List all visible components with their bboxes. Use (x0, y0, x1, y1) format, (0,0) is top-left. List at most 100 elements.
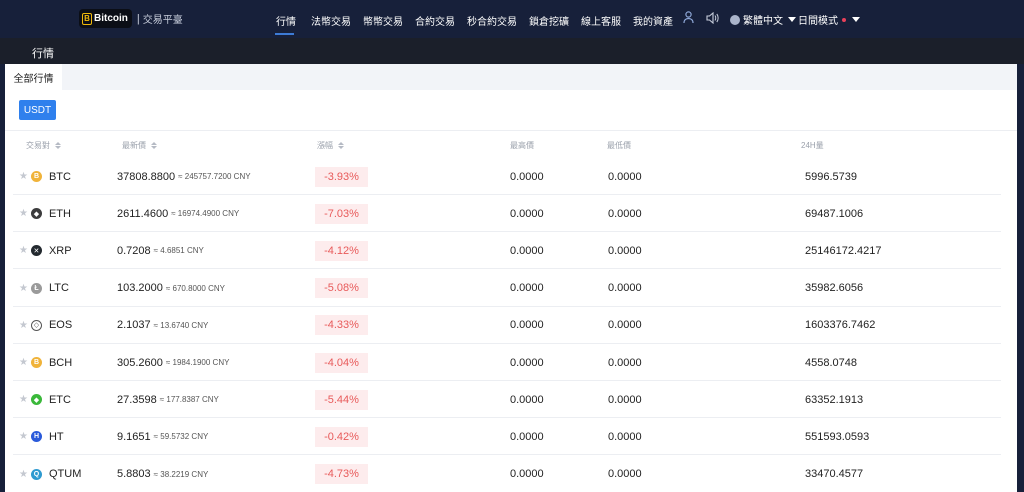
nav-online-support[interactable]: 線上客服 (581, 13, 621, 28)
star-icon[interactable]: ★ (19, 171, 28, 182)
logo-subtitle: 交易平臺 (142, 15, 183, 26)
high-price: 0.0000 (510, 468, 544, 481)
header-volume: 24H量 (801, 140, 824, 151)
low-price: 0.0000 (608, 244, 642, 257)
language-label: 繁體中文 (743, 16, 783, 27)
price-cell: 9.1651 ≈ 59.5732 CNY (117, 418, 208, 455)
language-selector[interactable]: 繁體中文 (730, 12, 796, 27)
change-badge: -3.93% (315, 166, 368, 187)
pair-symbol: EOS (48, 319, 73, 332)
market-panel: 全部行情 USDT 交易對 最新價 漲幅 最高價 最低價 24H量 ★ B BTC 3… (5, 64, 1017, 492)
sort-icon (338, 142, 344, 149)
star-icon[interactable]: ★ (19, 245, 28, 256)
nav-spot-trade[interactable]: 幣幣交易 (363, 13, 403, 28)
star-icon[interactable]: ★ (19, 283, 28, 294)
star-icon[interactable]: ★ (19, 394, 28, 405)
table-row[interactable]: ★ ◆ ETC 27.3598 ≈ 177.8387 CNY -5.44% 0.0000 0.… (13, 381, 1001, 419)
high-price: 0.0000 (510, 282, 544, 295)
sort-icon (151, 142, 157, 149)
speaker-icon[interactable] (706, 11, 719, 29)
latest-price: 2611.4600 (117, 207, 169, 220)
table-row[interactable]: ★ ✕ XRP 0.7208 ≈ 4.6851 CNY -4.12% 0.0000 0.000… (13, 232, 1001, 270)
market-tabs: 全部行情 (5, 64, 1017, 90)
change-cell: -7.03% (315, 195, 368, 232)
header-pair[interactable]: 交易對 (26, 140, 61, 151)
price-cny: ≈ 4.6851 CNY (153, 246, 204, 256)
section-header: 行情 (0, 38, 1024, 64)
change-cell: -5.44% (315, 381, 368, 418)
pair-cell: ★ ◆ ETC (19, 381, 71, 418)
sort-icon (55, 142, 61, 149)
pair-symbol: BTC (48, 170, 71, 183)
coin-icon: ◆ (30, 208, 42, 220)
star-icon[interactable]: ★ (19, 357, 28, 368)
tab-all-markets[interactable]: 全部行情 (5, 64, 62, 90)
volume-24h: 551593.0593 (805, 430, 870, 443)
price-cell: 5.8803 ≈ 38.2219 CNY (117, 456, 208, 492)
table-row[interactable]: ★ B BTC 37808.8800 ≈ 245757.7200 CNY -3.93% 0.… (13, 158, 1001, 195)
pair-symbol: ETH (48, 207, 71, 220)
nav-contract-trade[interactable]: 合約交易 (415, 13, 455, 28)
latest-price: 9.1651 (117, 430, 151, 443)
nav-fiat-trade[interactable]: 法幣交易 (311, 13, 351, 28)
pair-cell: ★ ◆ ETH (19, 195, 71, 232)
header-change[interactable]: 漲幅 (317, 140, 344, 151)
table-row[interactable]: ★ Q QTUM 5.8803 ≈ 38.2219 CNY -4.73% 0.0000 0.0… (13, 456, 1001, 492)
star-icon[interactable]: ★ (19, 208, 28, 219)
notification-dot (842, 17, 846, 22)
star-icon[interactable]: ★ (19, 469, 28, 480)
section-title: 行情 (32, 48, 54, 60)
price-cell: 0.7208 ≈ 4.6851 CNY (117, 232, 204, 269)
low-price: 0.0000 (608, 319, 642, 332)
change-badge: -4.12% (315, 240, 368, 261)
low-price: 0.0000 (608, 282, 642, 295)
nav-active-indicator (275, 33, 294, 35)
volume-24h: 25146172.4217 (805, 244, 882, 257)
nav-market[interactable]: 行情 (276, 13, 296, 28)
price-cny: ≈ 38.2219 CNY (153, 469, 209, 479)
change-badge: -5.08% (315, 278, 368, 299)
table-row[interactable]: ★ H HT 9.1651 ≈ 59.5732 CNY -0.42% 0.0000 0.000… (13, 418, 1001, 456)
high-price: 0.0000 (510, 207, 544, 220)
price-cny: ≈ 16974.4900 CNY (171, 209, 240, 219)
high-price: 0.0000 (510, 244, 544, 257)
header-latest-label: 最新價 (122, 141, 146, 150)
nav-my-assets[interactable]: 我的資產 (633, 13, 673, 28)
change-cell: -3.93% (315, 158, 368, 195)
change-badge: -0.42% (315, 426, 368, 447)
star-icon[interactable]: ★ (19, 320, 28, 331)
nav-second-contract[interactable]: 秒合約交易 (467, 13, 517, 28)
price-cell: 2611.4600 ≈ 16974.4900 CNY (117, 195, 239, 232)
table-row[interactable]: ★ ◇ EOS 2.1037 ≈ 13.6740 CNY -4.33% 0.0000 0.00… (13, 307, 1001, 344)
user-icon[interactable] (683, 11, 694, 29)
header-high-label: 最高價 (510, 141, 534, 150)
high-price: 0.0000 (510, 356, 544, 369)
nav-lock-mining[interactable]: 鎖倉挖礦 (529, 13, 569, 28)
header-low: 最低價 (607, 140, 631, 151)
coin-icon: ◇ (30, 319, 42, 331)
site-logo[interactable]: B Bitcoin | 交易平臺 (79, 9, 183, 28)
mode-label: 日間模式 (798, 16, 838, 27)
pair-symbol: XRP (48, 244, 72, 257)
latest-price: 5.8803 (117, 468, 151, 481)
change-cell: -4.33% (315, 307, 368, 344)
logo-badge: B Bitcoin (79, 9, 132, 28)
usdt-market-button[interactable]: USDT (19, 100, 56, 120)
price-cell: 305.2600 ≈ 1984.1900 CNY (117, 344, 229, 381)
pair-cell: ★ ◇ EOS (19, 307, 72, 344)
change-badge: -4.73% (315, 464, 368, 485)
star-icon[interactable]: ★ (19, 431, 28, 442)
change-cell: -4.73% (315, 456, 368, 492)
low-price: 0.0000 (608, 356, 642, 369)
table-row[interactable]: ★ ◆ ETH 2611.4600 ≈ 16974.4900 CNY -7.03% 0.00… (13, 195, 1001, 233)
price-cny: ≈ 670.8000 CNY (165, 283, 225, 293)
pair-cell: ★ H HT (19, 418, 64, 455)
volume-24h: 69487.1006 (805, 207, 864, 220)
table-row[interactable]: ★ B BCH 305.2600 ≈ 1984.1900 CNY -4.04% 0.0000… (13, 344, 1001, 381)
header-low-label: 最低價 (607, 141, 631, 150)
price-cny: ≈ 13.6740 CNY (153, 320, 209, 330)
header-latest[interactable]: 最新價 (122, 140, 157, 151)
theme-mode-selector[interactable]: 日間模式 (798, 12, 860, 27)
price-cell: 103.2000 ≈ 670.8000 CNY (117, 270, 225, 307)
table-row[interactable]: ★ Ł LTC 103.2000 ≈ 670.8000 CNY -5.08% 0.0000 0… (13, 270, 1001, 307)
